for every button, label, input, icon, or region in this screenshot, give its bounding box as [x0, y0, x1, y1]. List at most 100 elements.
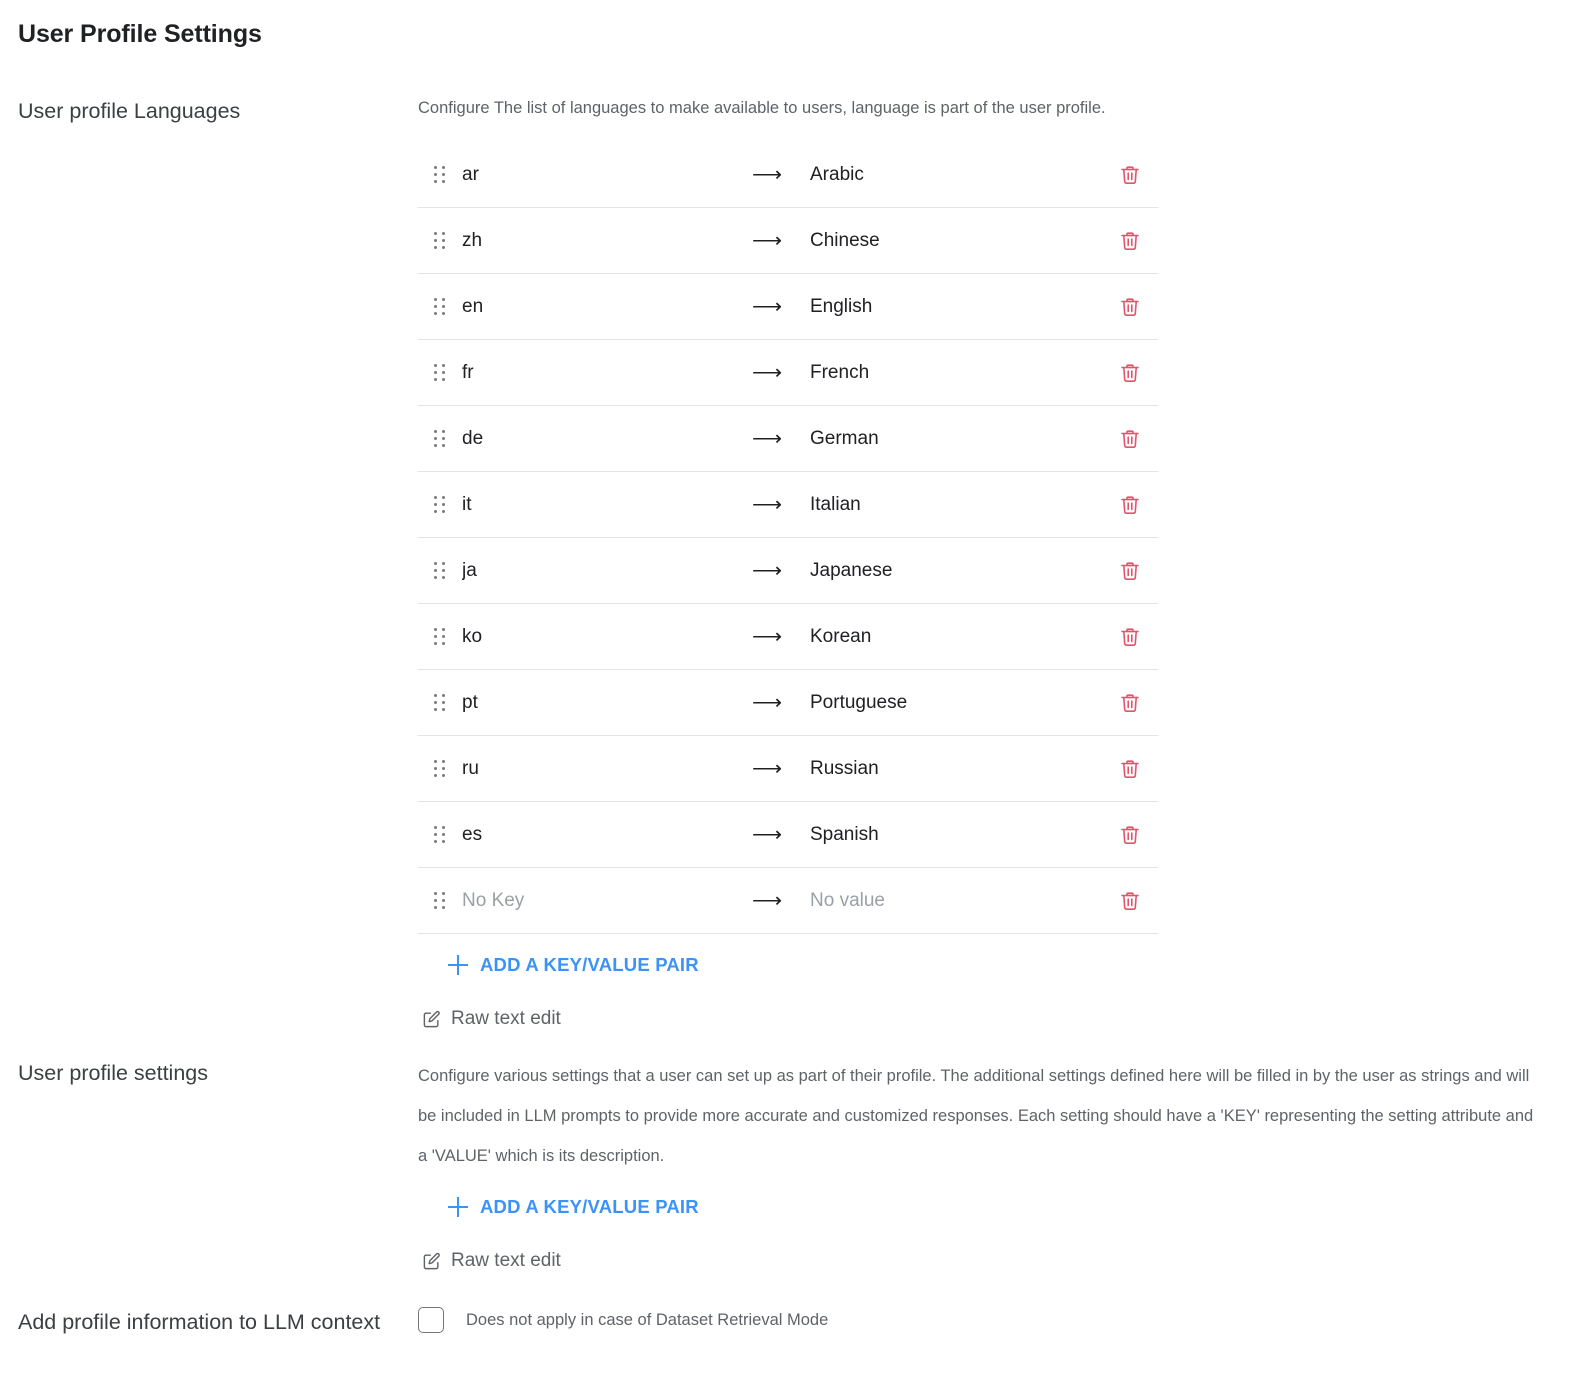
delete-row-button[interactable] — [1102, 691, 1158, 715]
delete-row-button[interactable] — [1102, 889, 1158, 913]
delete-row-button[interactable] — [1102, 559, 1158, 583]
delete-row-button[interactable] — [1102, 229, 1158, 253]
value-input[interactable]: English — [810, 296, 1102, 318]
drag-handle-icon[interactable] — [418, 297, 462, 316]
raw-text-edit-button-languages[interactable]: Raw text edit — [422, 1008, 561, 1030]
drag-handle-icon[interactable] — [418, 891, 462, 910]
arrow-icon: ⟶ — [752, 559, 783, 582]
languages-description: Configure The list of languages to make … — [418, 99, 1106, 117]
trash-icon — [1118, 295, 1142, 319]
raw-text-edit-label: Raw text edit — [451, 1250, 561, 1271]
value-input[interactable]: Arabic — [810, 164, 1102, 186]
trash-icon — [1118, 229, 1142, 253]
value-input[interactable]: No value — [810, 890, 1102, 912]
table-row: ar ⟶ Arabic — [418, 142, 1158, 208]
drag-handle-icon[interactable] — [418, 759, 462, 778]
drag-handle-dots — [434, 825, 446, 844]
section-content-column-context: Does not apply in case of Dataset Retrie… — [418, 1305, 1574, 1333]
value-input[interactable]: Korean — [810, 626, 1102, 648]
delete-row-button[interactable] — [1102, 757, 1158, 781]
arrow-icon: ⟶ — [752, 295, 783, 318]
table-row: fr ⟶ French — [418, 340, 1158, 406]
trash-icon — [1118, 823, 1142, 847]
drag-handle-icon[interactable] — [418, 363, 462, 382]
settings-description: Configure various settings that a user c… — [418, 1067, 1534, 1165]
arrow-icon: ⟶ — [752, 361, 783, 384]
trash-icon — [1118, 493, 1142, 517]
table-row: ru ⟶ Russian — [418, 736, 1158, 802]
add-key-value-pair-button-settings[interactable]: ADD A KEY/VALUE PAIR — [448, 1196, 699, 1218]
value-input[interactable]: German — [810, 428, 1102, 450]
key-input[interactable]: ru — [462, 758, 752, 780]
value-input[interactable]: Chinese — [810, 230, 1102, 252]
drag-handle-icon[interactable] — [418, 561, 462, 580]
key-input[interactable]: No Key — [462, 890, 752, 912]
arrow-icon: ⟶ — [752, 625, 783, 648]
value-input[interactable]: Japanese — [810, 560, 1102, 582]
trash-icon — [1118, 691, 1142, 715]
section-label-column-settings: User profile settings — [0, 1056, 418, 1090]
key-input[interactable]: en — [462, 296, 752, 318]
drag-handle-dots — [434, 495, 446, 514]
delete-row-button[interactable] — [1102, 427, 1158, 451]
section-label-column-context: Add profile information to LLM context — [0, 1305, 418, 1339]
table-row: it ⟶ Italian — [418, 472, 1158, 538]
profile-context-checkbox-label: Does not apply in case of Dataset Retrie… — [466, 1310, 829, 1329]
edit-square-icon — [422, 1010, 441, 1029]
key-input[interactable]: zh — [462, 230, 752, 252]
section-user-profile-settings: User profile settings Configure various … — [0, 1056, 1574, 1276]
table-row: de ⟶ German — [418, 406, 1158, 472]
value-input[interactable]: Spanish — [810, 824, 1102, 846]
arrow-icon: ⟶ — [752, 691, 783, 714]
section-add-profile-information-to-llm-context: Add profile information to LLM context D… — [0, 1305, 1574, 1339]
value-input[interactable]: French — [810, 362, 1102, 384]
drag-handle-icon[interactable] — [418, 693, 462, 712]
arrow-icon: ⟶ — [752, 493, 783, 516]
key-input[interactable]: fr — [462, 362, 752, 384]
add-key-value-pair-label: ADD A KEY/VALUE PAIR — [480, 954, 699, 975]
arrow-icon: ⟶ — [752, 427, 783, 450]
delete-row-button[interactable] — [1102, 361, 1158, 385]
section-content-column: Configure The list of languages to make … — [418, 94, 1574, 1034]
drag-handle-icon[interactable] — [418, 627, 462, 646]
trash-icon — [1118, 163, 1142, 187]
drag-handle-icon[interactable] — [418, 495, 462, 514]
key-input[interactable]: pt — [462, 692, 752, 714]
key-input[interactable]: es — [462, 824, 752, 846]
arrow-icon: ⟶ — [752, 823, 783, 846]
drag-handle-icon[interactable] — [418, 231, 462, 250]
value-input[interactable]: Portuguese — [810, 692, 1102, 714]
table-row: zh ⟶ Chinese — [418, 208, 1158, 274]
key-input[interactable]: de — [462, 428, 752, 450]
key-input[interactable]: ar — [462, 164, 752, 186]
delete-row-button[interactable] — [1102, 295, 1158, 319]
delete-row-button[interactable] — [1102, 163, 1158, 187]
raw-text-edit-button-settings[interactable]: Raw text edit — [422, 1250, 561, 1272]
section-content-column-settings: Configure various settings that a user c… — [418, 1056, 1574, 1276]
arrow-icon: ⟶ — [752, 163, 783, 186]
profile-context-checkbox[interactable] — [418, 1307, 444, 1333]
plus-icon — [448, 955, 468, 975]
key-input[interactable]: ja — [462, 560, 752, 582]
drag-handle-dots — [434, 363, 446, 382]
user-profile-settings-page: User Profile Settings User profile Langu… — [0, 0, 1574, 1396]
drag-handle-icon[interactable] — [418, 825, 462, 844]
drag-handle-dots — [434, 297, 446, 316]
trash-icon — [1118, 427, 1142, 451]
value-input[interactable]: Italian — [810, 494, 1102, 516]
trash-icon — [1118, 559, 1142, 583]
delete-row-button[interactable] — [1102, 493, 1158, 517]
section-label-languages: User profile Languages — [18, 99, 241, 123]
table-row: ja ⟶ Japanese — [418, 538, 1158, 604]
drag-handle-dots — [434, 693, 446, 712]
page-title: User Profile Settings — [18, 20, 262, 48]
key-input[interactable]: ko — [462, 626, 752, 648]
edit-square-icon — [422, 1252, 441, 1271]
drag-handle-icon[interactable] — [418, 165, 462, 184]
drag-handle-icon[interactable] — [418, 429, 462, 448]
delete-row-button[interactable] — [1102, 625, 1158, 649]
key-input[interactable]: it — [462, 494, 752, 516]
delete-row-button[interactable] — [1102, 823, 1158, 847]
value-input[interactable]: Russian — [810, 758, 1102, 780]
add-key-value-pair-button-languages[interactable]: ADD A KEY/VALUE PAIR — [448, 954, 699, 976]
